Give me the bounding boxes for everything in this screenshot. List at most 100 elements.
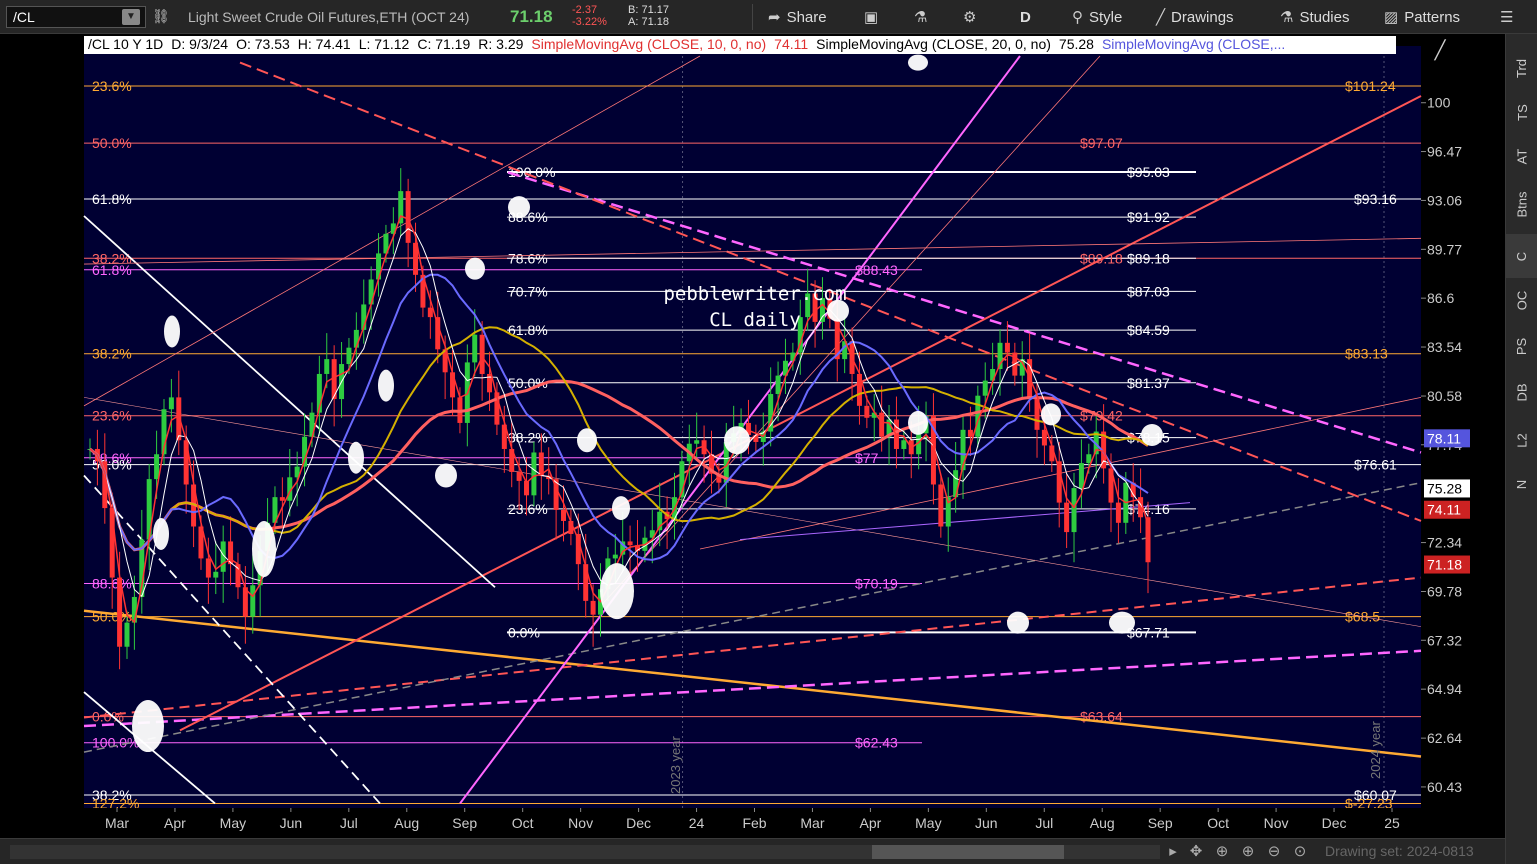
pivot-marker-6	[465, 257, 485, 280]
patterns-label: Patterns	[1404, 8, 1461, 26]
pan-icon[interactable]: ✥	[1186, 842, 1206, 862]
settings-button[interactable]: ⚙	[963, 6, 976, 28]
candle-body	[967, 429, 973, 437]
quick-chart-button[interactable]: ▣	[864, 6, 878, 28]
drawings-button[interactable]: ╱ Drawings	[1156, 6, 1234, 28]
side-tab-l2[interactable]: L2	[1506, 418, 1537, 462]
pivot-marker-10	[600, 563, 634, 620]
candle-body	[612, 554, 618, 559]
zoom-out-icon[interactable]: ⊖	[1264, 842, 1284, 862]
legend-high: H: 74.41	[297, 36, 351, 52]
side-tab-label: PS	[1514, 337, 1530, 355]
x-tick-label-17: Aug	[1090, 815, 1115, 831]
style-icon: ⚲	[1072, 9, 1083, 26]
symbol-dropdown-icon[interactable]: ▼	[122, 9, 140, 25]
pivot-marker-8	[577, 428, 597, 453]
share-button[interactable]: ➦ Share	[768, 6, 827, 28]
crosshair-icon[interactable]: ⊕	[1212, 842, 1232, 862]
candle-body	[398, 191, 404, 224]
side-tab-ps[interactable]: PS	[1506, 324, 1537, 368]
aggregation-button[interactable]: D	[1020, 6, 1031, 28]
net-change: -2.37 -3.22%	[572, 4, 607, 28]
pivot-marker-9	[612, 496, 630, 521]
right-price-label-4: $91.92	[1127, 209, 1170, 225]
studies-button[interactable]: ⚗ Studies	[1280, 6, 1350, 28]
patterns-button[interactable]: ▨ Patterns	[1384, 6, 1460, 28]
net-change-value: -2.37	[572, 4, 598, 16]
candle-body	[1071, 488, 1077, 533]
chart-area[interactable]: 23.6% 50.0% 61.8% 38.2% 61.8% 38.2% 23.6% 78.6%…	[0, 34, 1505, 838]
side-tab-n[interactable]: N	[1506, 462, 1537, 506]
scroll-thumb[interactable]	[872, 845, 1064, 859]
instrument-title: Light Sweet Crude Oil Futures,ETH (OCT 2…	[188, 9, 470, 25]
legend-sma20-value: 75.28	[1058, 36, 1094, 52]
link-icon[interactable]: ⛓	[152, 8, 170, 26]
bottom-scroll-bar: ▸ ✥ ⊕ ⊕ ⊖ ⊙ Drawing set: 2024-0813	[0, 838, 1505, 864]
candle-body	[694, 440, 700, 444]
pivot-marker-7	[508, 196, 530, 219]
bid-price: B: 71.17	[628, 4, 669, 16]
y-tick-label-11: 64.94	[1427, 681, 1462, 697]
drawing-set-label[interactable]: Drawing set: 2024-0813	[1325, 843, 1474, 859]
fib-label-mid-3: 70.7%	[508, 283, 548, 299]
studies-label: Studies	[1299, 8, 1350, 26]
price-badge-2: 74.11	[1427, 502, 1461, 518]
candle-body	[1115, 502, 1121, 523]
side-tabs-panel: Trd TS AT Btns C OC PS DB L2 N	[1505, 34, 1537, 864]
last-price: 71.18	[510, 7, 553, 26]
y-tick-label-12: 62.64	[1427, 730, 1462, 746]
x-tick-label-11: Feb	[742, 815, 766, 831]
candle-body	[205, 558, 211, 578]
side-tab-label: L2	[1514, 432, 1530, 448]
menu-button[interactable]: ☰	[1500, 6, 1513, 28]
candle-body	[405, 191, 411, 243]
side-tab-label: Btns	[1514, 190, 1530, 218]
aggregation-label: D	[1020, 8, 1031, 26]
candle-body	[901, 440, 907, 449]
zoom-fit-icon[interactable]: ⊙	[1290, 842, 1310, 862]
candle-body	[879, 412, 885, 437]
fib-label-mid-7: 23.6%	[508, 501, 548, 517]
side-tab-c[interactable]: C	[1506, 234, 1537, 278]
flask-button[interactable]: ⚗	[914, 6, 927, 28]
side-tab-ts[interactable]: TS	[1506, 90, 1537, 134]
side-tab-at[interactable]: AT	[1506, 134, 1537, 178]
candle-body	[561, 509, 567, 521]
fib-label-left-6: 23.6%	[92, 408, 132, 424]
x-tick-label-13: Apr	[860, 815, 882, 831]
right-price-label-6: $89.18	[1127, 250, 1170, 266]
x-tick-label-18: Sep	[1148, 815, 1173, 831]
candle-body	[583, 564, 589, 601]
style-button[interactable]: ⚲ Style	[1072, 6, 1122, 28]
scroll-right-icon[interactable]: ▸	[1163, 842, 1183, 862]
y-tick-label-2: 93.06	[1427, 192, 1462, 208]
candle-body	[427, 307, 433, 318]
right-price-label-21: $62.43	[855, 735, 898, 751]
legend-sma10-label[interactable]: SimpleMovingAvg (CLOSE, 10, 0, no)	[527, 36, 770, 54]
candle-body	[1064, 502, 1070, 533]
legend-date: D: 9/3/24	[171, 36, 229, 52]
x-tick-label-6: Sep	[452, 815, 477, 831]
pivot-marker-4	[378, 369, 394, 402]
legend-header: /CL 10 Y 1D	[88, 36, 164, 52]
legend-sma20-label[interactable]: SimpleMovingAvg (CLOSE, 20, 0, no)	[812, 36, 1055, 54]
price-chart[interactable]: 23.6%50.0%61.8%38.2%61.8%38.2%23.6%78.6%…	[0, 34, 1505, 838]
gear-icon: ⚙	[963, 9, 977, 26]
drawing-tool-icon: ╱	[1434, 39, 1447, 61]
pivot-marker-2	[252, 520, 276, 577]
x-tick-label-2: May	[220, 815, 246, 831]
side-tab-label: N	[1514, 479, 1530, 489]
patterns-icon: ▨	[1384, 9, 1399, 26]
y-tick-label-10: 67.32	[1427, 632, 1462, 648]
side-tab-oc[interactable]: OC	[1506, 278, 1537, 322]
legend-sma50-label[interactable]: SimpleMovingAvg (CLOSE,...	[1098, 36, 1289, 54]
side-tab-trd[interactable]: Trd	[1506, 46, 1537, 90]
y-tick-label-6: 80.58	[1427, 388, 1462, 404]
candle-body	[472, 334, 478, 363]
side-tab-db[interactable]: DB	[1506, 370, 1537, 414]
side-tab-btns[interactable]: Btns	[1506, 182, 1537, 226]
zoom-in-icon[interactable]: ⊕	[1238, 842, 1258, 862]
candle-body	[1041, 429, 1047, 446]
legend-range: R: 3.29	[478, 36, 524, 52]
hamburger-icon: ☰	[1500, 9, 1514, 26]
